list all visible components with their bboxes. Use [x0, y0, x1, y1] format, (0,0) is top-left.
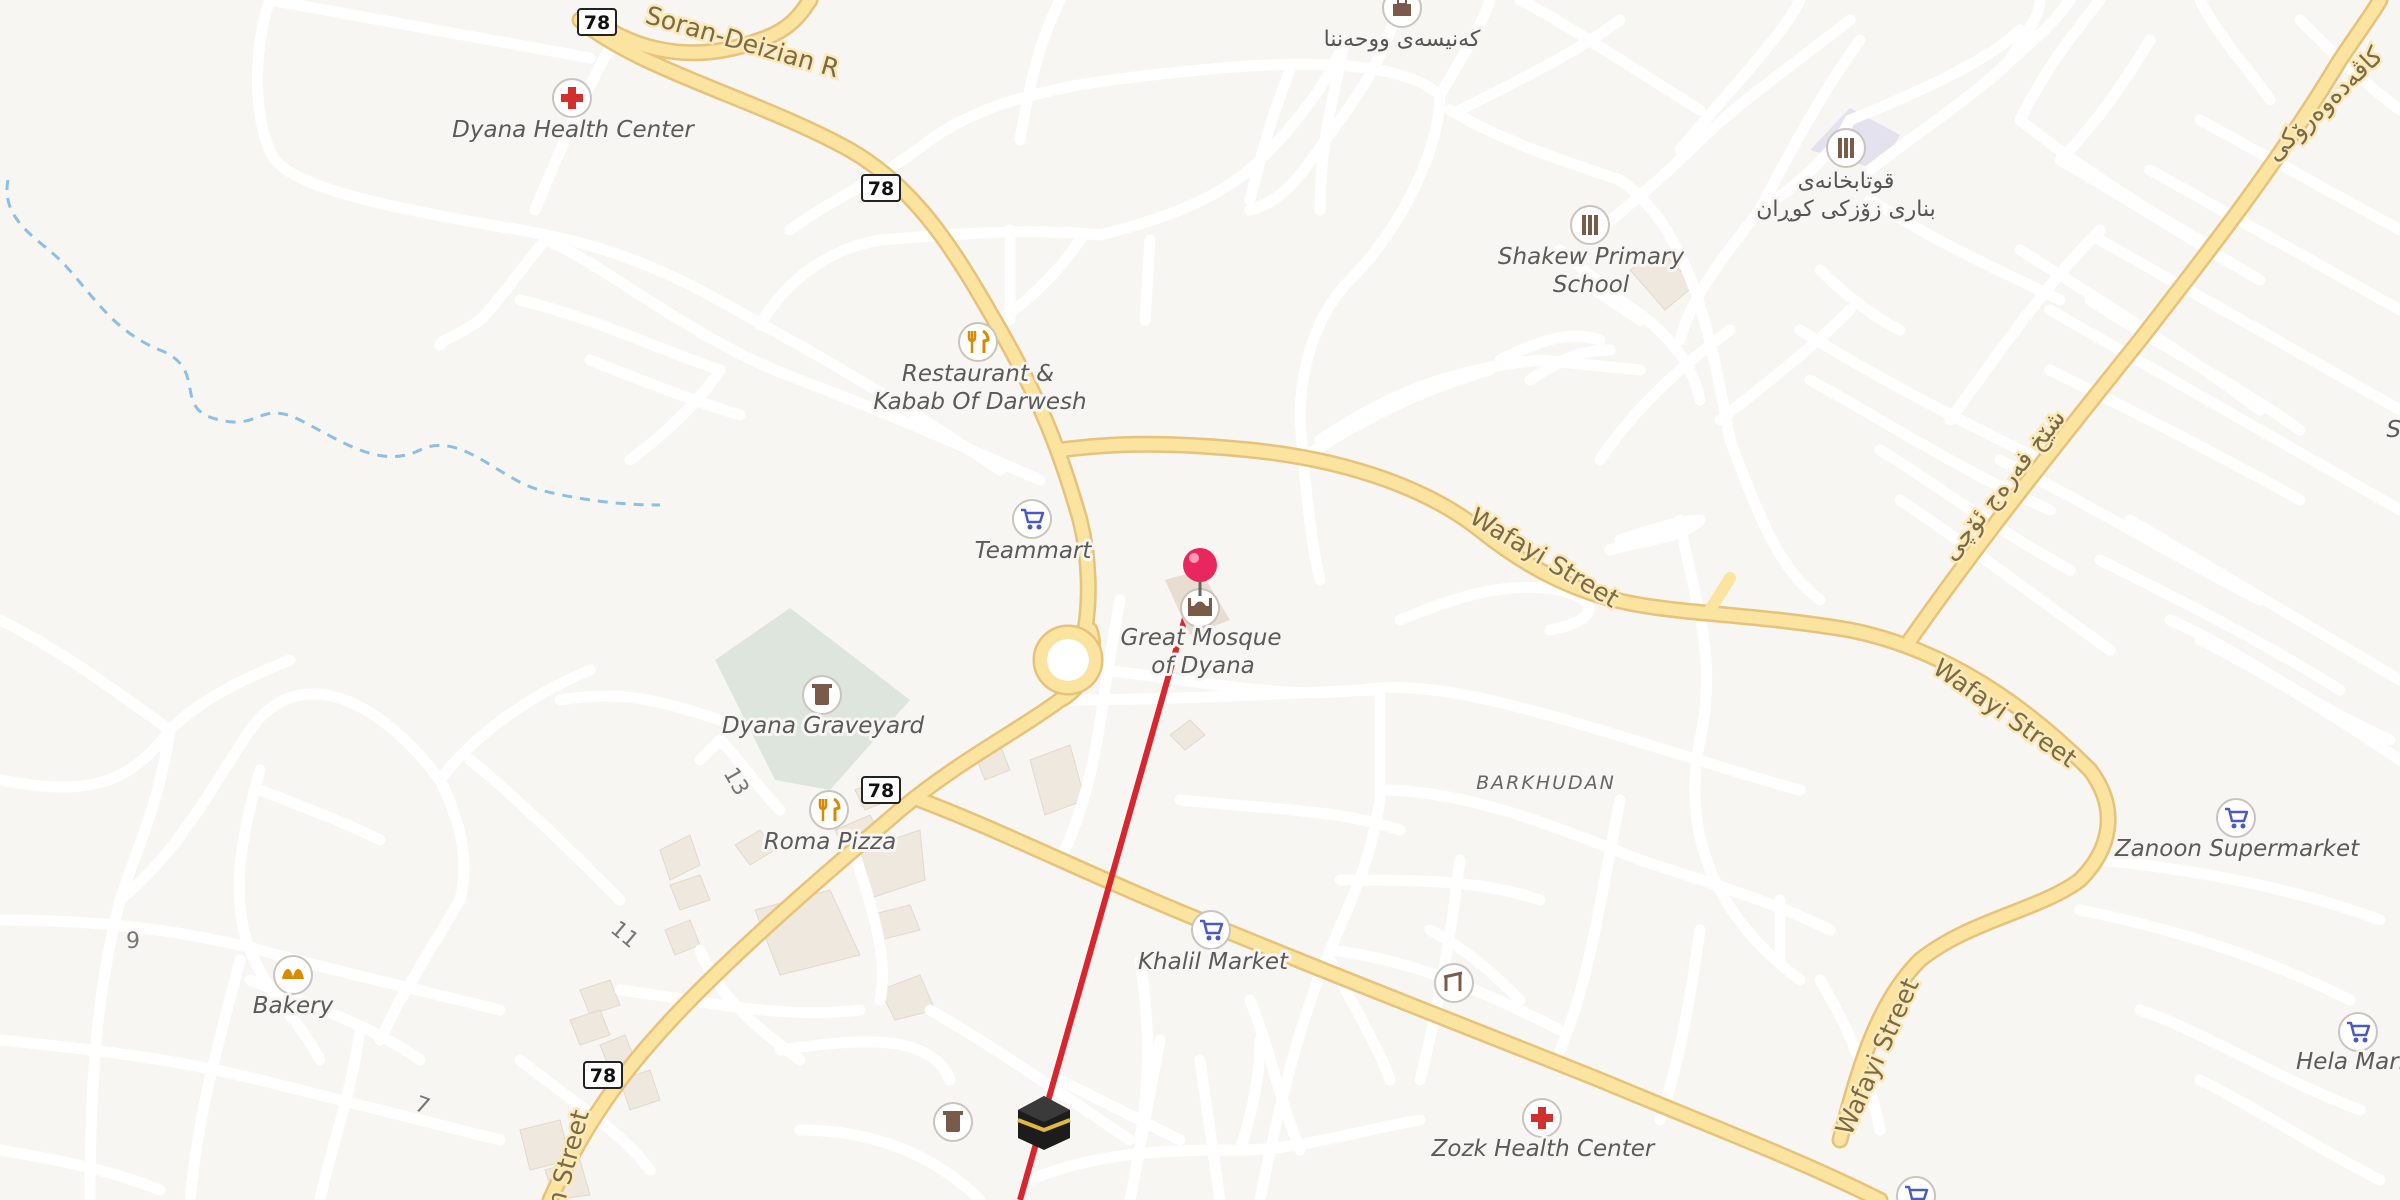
poi-label-restaurant[interactable]: Kabab Of Darwesh: [870, 386, 1089, 418]
school-icon[interactable]: [1826, 128, 1866, 168]
cemetery-icon[interactable]: [933, 1102, 973, 1142]
shelter-icon[interactable]: [1434, 963, 1474, 1003]
road-number: 9: [126, 929, 140, 954]
poi-label-restaurant[interactable]: Restaurant &: [899, 358, 1057, 390]
poi-label-mosque[interactable]: of Dyana: [1148, 650, 1258, 682]
map-canvas[interactable]: 78 78 78 78 Soran-Deizian R Wafayi Stree…: [0, 0, 2400, 1200]
restaurant-icon[interactable]: [958, 322, 998, 362]
roundabout-center: [1047, 639, 1089, 681]
health-center-icon[interactable]: [552, 78, 592, 118]
svg-text:78: 78: [868, 178, 894, 200]
shopping-cart-icon[interactable]: [2338, 1012, 2378, 1052]
health-center-icon[interactable]: [1522, 1098, 1562, 1138]
poi-label-graveyard[interactable]: Dyana Graveyard: [719, 710, 928, 742]
district-label: BARKHUDAN: [1476, 772, 1616, 794]
poi-label-zozk-health-center[interactable]: Zozk Health Center: [1428, 1133, 1659, 1165]
svg-text:78: 78: [584, 12, 610, 34]
poi-label-school[interactable]: School: [1550, 269, 1633, 301]
poi-label-bakery[interactable]: Bakery: [250, 990, 337, 1022]
shopping-cart-icon[interactable]: [2216, 798, 2256, 838]
poi-label-partial[interactable]: Sc: [2383, 414, 2400, 446]
svg-text:78: 78: [590, 1065, 616, 1087]
shopping-cart-icon[interactable]: [1191, 910, 1231, 950]
poi-label-dyana-health-center[interactable]: Dyana Health Center: [449, 114, 698, 146]
svg-text:78: 78: [868, 780, 894, 802]
shopping-cart-icon[interactable]: [1012, 499, 1052, 539]
poi-label-khalil-market[interactable]: Khalil Market: [1135, 946, 1292, 978]
school-icon[interactable]: [1570, 205, 1610, 245]
route-shield: 78: [861, 174, 901, 202]
poi-label-mosque[interactable]: Great Mosque: [1117, 622, 1284, 654]
poi-label-kurdish-school[interactable]: بناری زۆزکی کوڕان: [1753, 194, 1939, 225]
poi-label-roma-pizza[interactable]: Roma Pizza: [761, 826, 899, 858]
poi-label-zanoon-supermarket[interactable]: Zanoon Supermarket: [2111, 833, 2363, 865]
route-shield: 78: [583, 1061, 623, 1089]
poi-label-kurdish-school[interactable]: قوتابخانەی: [1795, 166, 1898, 197]
bakery-icon[interactable]: [273, 955, 313, 995]
restaurant-icon[interactable]: [809, 790, 849, 830]
poi-label-school[interactable]: Shakew Primary: [1495, 241, 1688, 273]
poi-label-hela-market[interactable]: Hela Mark: [2293, 1046, 2400, 1078]
route-shield: 78: [861, 776, 901, 804]
cemetery-icon[interactable]: [802, 675, 842, 715]
poi-label-church[interactable]: کەنیسەی ووحەننا: [1321, 24, 1484, 55]
route-shield: 78: [577, 8, 617, 36]
poi-label-teammart[interactable]: Teammart: [972, 535, 1096, 567]
